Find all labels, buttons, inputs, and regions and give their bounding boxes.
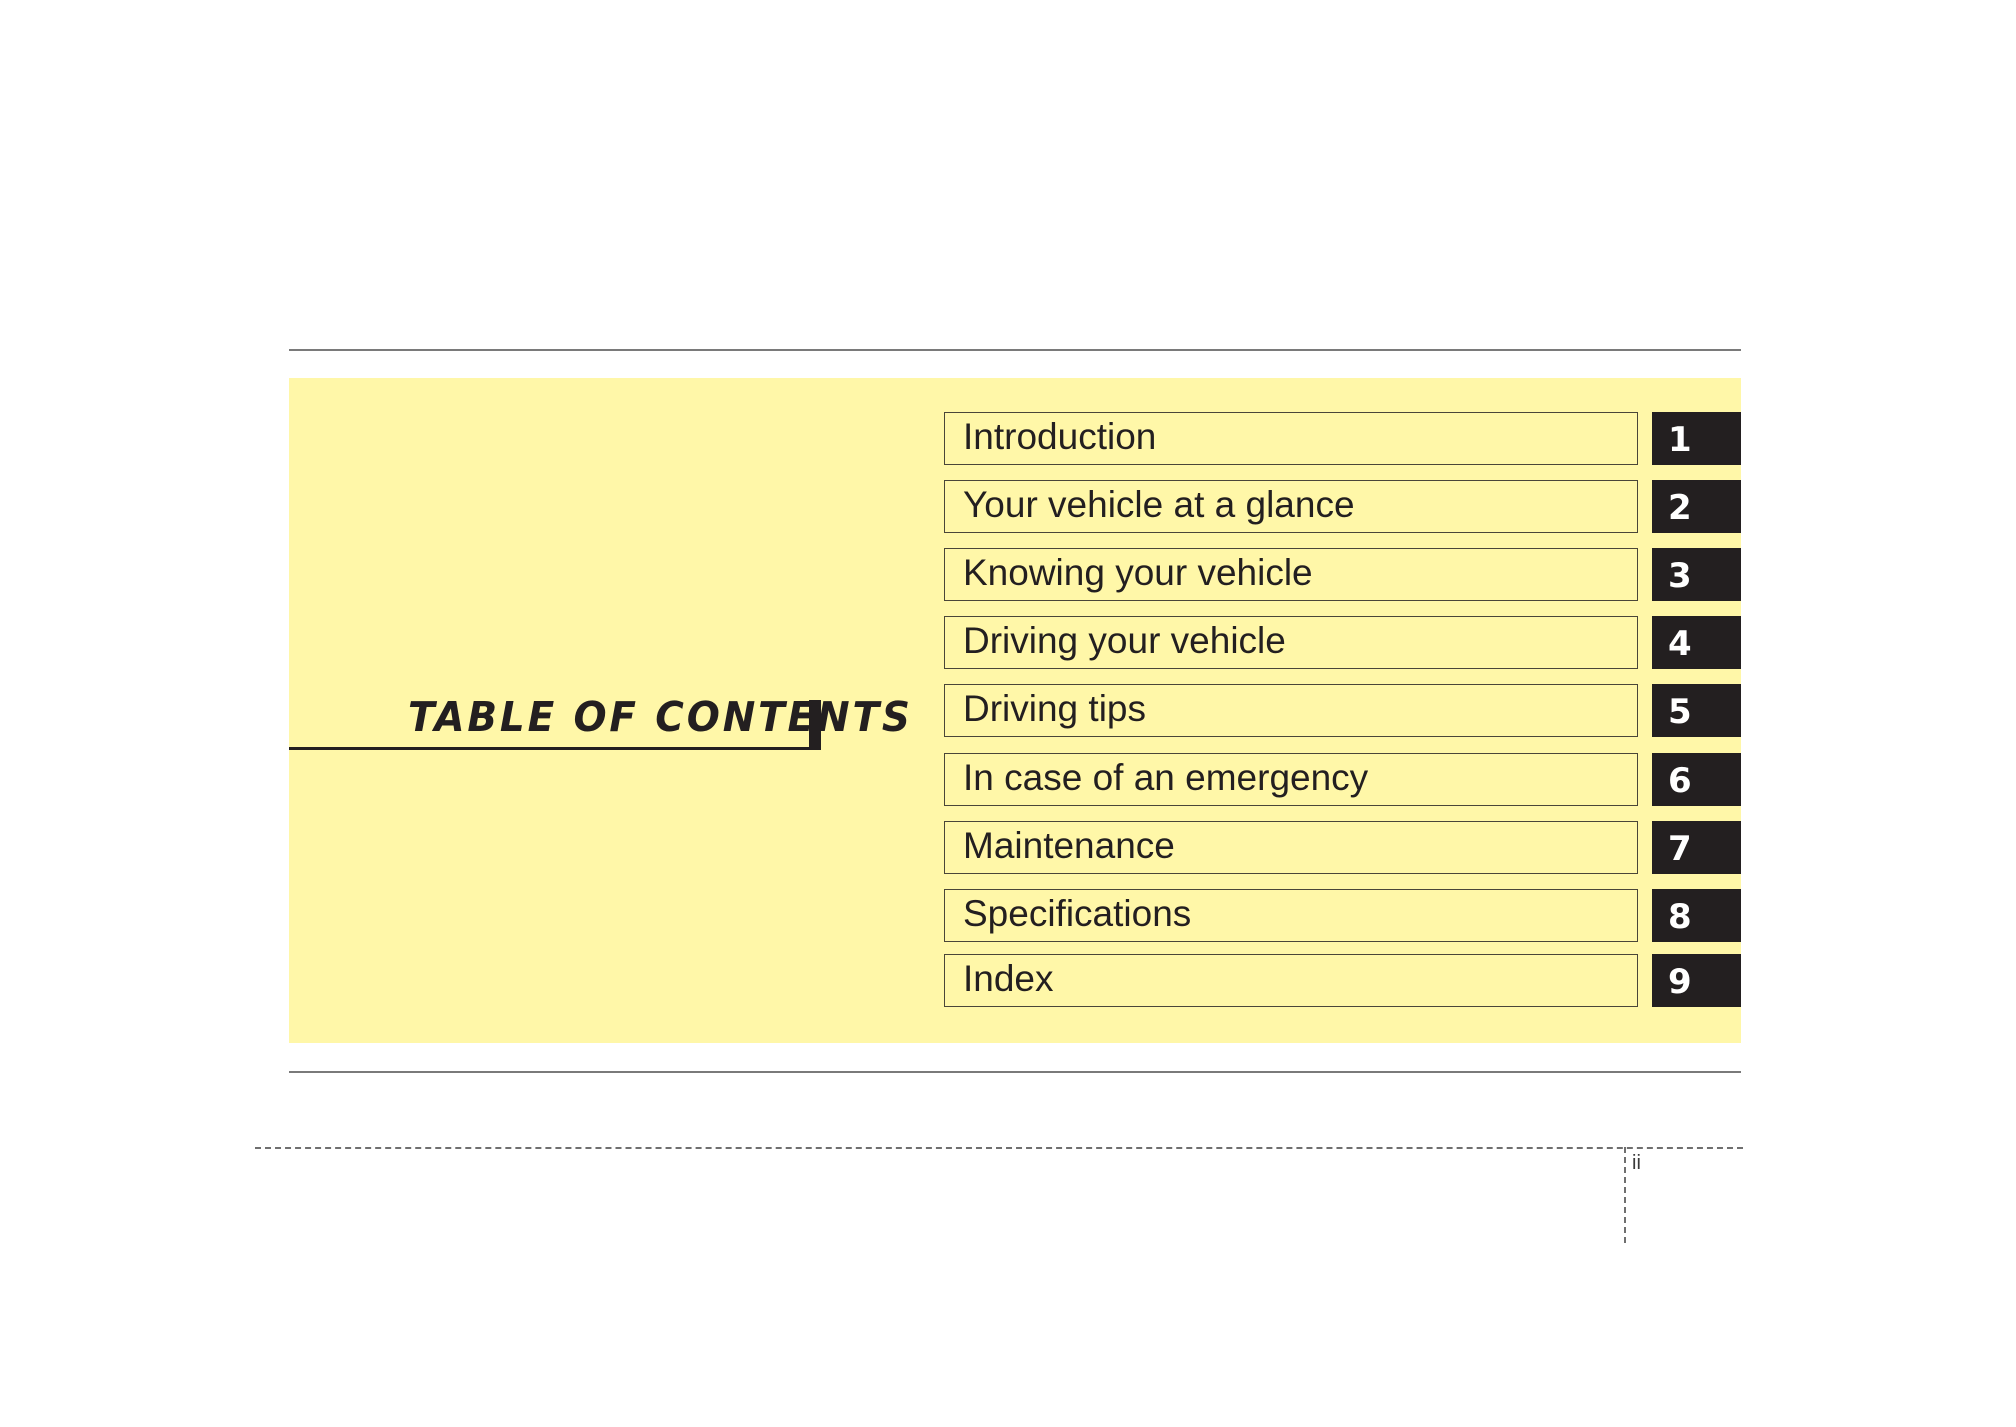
title-marker-bar (809, 700, 821, 750)
chapter-link-emergency[interactable]: In case of an emergency (944, 753, 1638, 806)
chapter-label: Driving tips (963, 688, 1146, 729)
page-title: TABLE OF CONTENTS (408, 693, 913, 741)
chapter-number: 5 (1668, 692, 1692, 732)
chapter-tab-6[interactable]: 6 (1652, 753, 1741, 806)
chapter-number: 1 (1668, 420, 1692, 460)
chapter-tab-4[interactable]: 4 (1652, 616, 1741, 669)
chapter-number: 6 (1668, 761, 1692, 801)
chapter-label: Driving your vehicle (963, 620, 1286, 661)
chapter-tab-9[interactable]: 9 (1652, 954, 1741, 1007)
chapter-link-knowing-your-vehicle[interactable]: Knowing your vehicle (944, 548, 1638, 601)
chapter-link-specifications[interactable]: Specifications (944, 889, 1638, 942)
crop-mark-vertical (1624, 1147, 1626, 1243)
chapter-number: 4 (1668, 624, 1692, 664)
chapter-link-maintenance[interactable]: Maintenance (944, 821, 1638, 874)
chapter-label: In case of an emergency (963, 757, 1369, 798)
chapter-number: 8 (1668, 897, 1692, 937)
chapter-tab-3[interactable]: 3 (1652, 548, 1741, 601)
chapter-label: Your vehicle at a glance (963, 484, 1355, 525)
chapter-label: Specifications (963, 893, 1192, 934)
top-rule (289, 349, 1741, 351)
chapter-label: Maintenance (963, 825, 1175, 866)
crop-mark-horizontal (255, 1147, 1743, 1149)
chapter-label: Knowing your vehicle (963, 552, 1313, 593)
chapter-number: 3 (1668, 556, 1692, 596)
chapter-label: Introduction (963, 416, 1157, 457)
chapter-tab-7[interactable]: 7 (1652, 821, 1741, 874)
chapter-number: 7 (1668, 829, 1692, 869)
chapter-link-driving-tips[interactable]: Driving tips (944, 684, 1638, 737)
chapter-link-introduction[interactable]: Introduction (944, 412, 1638, 465)
title-underline (289, 747, 821, 750)
bottom-rule (289, 1071, 1741, 1073)
chapter-number: 2 (1668, 488, 1692, 528)
chapter-link-vehicle-at-a-glance[interactable]: Your vehicle at a glance (944, 480, 1638, 533)
page-number: ii (1632, 1152, 1641, 1174)
chapter-tab-2[interactable]: 2 (1652, 480, 1741, 533)
chapter-tab-8[interactable]: 8 (1652, 889, 1741, 942)
chapter-label: Index (963, 958, 1054, 999)
chapter-link-index[interactable]: Index (944, 954, 1638, 1007)
chapter-tab-1[interactable]: 1 (1652, 412, 1741, 465)
chapter-tab-5[interactable]: 5 (1652, 684, 1741, 737)
chapter-link-driving-your-vehicle[interactable]: Driving your vehicle (944, 616, 1638, 669)
chapter-number: 9 (1668, 962, 1692, 1002)
